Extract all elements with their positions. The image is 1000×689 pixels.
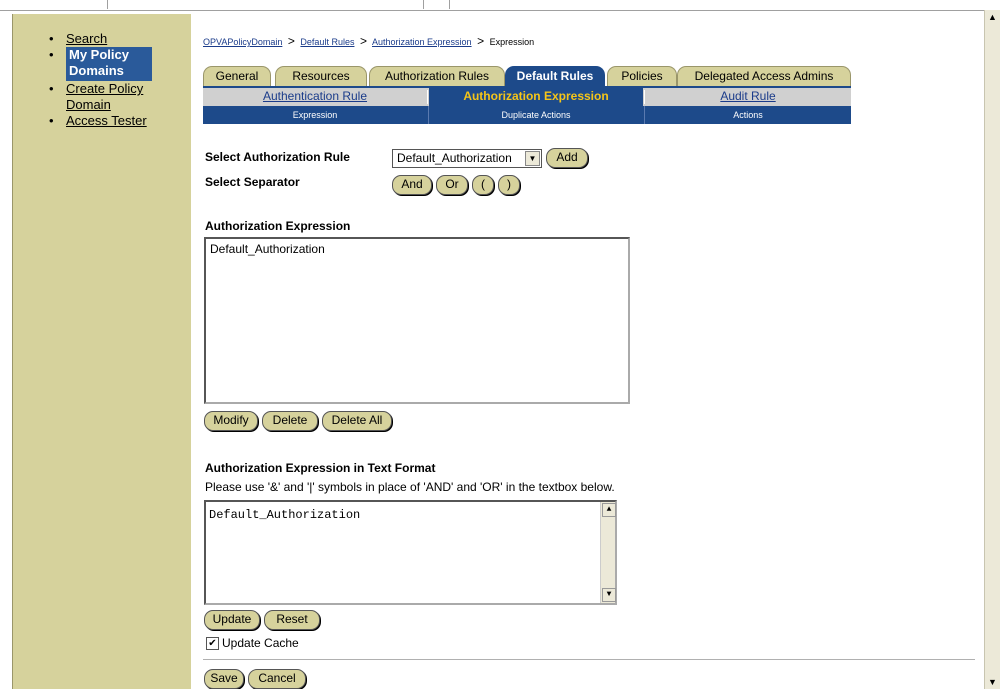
save-button[interactable]: Save [204,669,244,689]
update-cache-label: Update Cache [222,636,299,650]
sidebar-link-search[interactable]: Search [66,31,107,46]
left-navigation: • Search • My Policy Domains • Create Po… [12,14,191,689]
sub-tabs: Authentication Rule Authorization Expres… [203,88,851,106]
top-divider [449,0,450,9]
action-bar: Expression Duplicate Actions Actions [203,106,851,124]
top-divider [107,0,108,9]
bullet-icon: • [49,81,54,96]
breadcrumb-current: Expression [489,37,535,47]
textarea-scrollbar[interactable]: ▲ ▼ [600,502,616,603]
subtab-audit-rule[interactable]: Audit Rule [645,88,851,106]
sidebar-link-my-policy-domains[interactable]: My Policy Domains [66,47,152,79]
select-separator-label: Select Separator [205,175,300,189]
divider [203,659,975,660]
sidebar-link-access-tester[interactable]: Access Tester [66,113,147,128]
update-button[interactable]: Update [204,610,260,630]
top-divider [423,0,424,9]
bullet-icon: • [49,31,54,46]
breadcrumb-separator: > [359,34,367,48]
or-button[interactable]: Or [436,175,468,195]
select-rule-label: Select Authorization Rule [205,150,350,164]
delete-button[interactable]: Delete [262,411,318,431]
reset-button[interactable]: Reset [264,610,320,630]
chevron-down-icon[interactable]: ▼ [525,151,540,166]
subtab-authorization-expression[interactable]: Authorization Expression [429,88,643,106]
tab-resources[interactable]: Resources [275,66,367,86]
authorization-expression-heading: Authorization Expression [205,219,351,233]
breadcrumb: OPVAPolicyDomain > Default Rules > Autho… [203,34,534,48]
sidebar-active-highlight[interactable]: My Policy Domains [66,47,152,81]
modify-button[interactable]: Modify [204,411,258,431]
main-tabs: General Resources Authorization Rules De… [203,66,853,88]
page-scrollbar[interactable]: ▲ ▼ [984,10,1000,689]
sidebar-link-create-policy-domain[interactable]: Create Policy Domain [66,81,143,112]
list-item[interactable]: Default_Authorization [206,239,628,256]
add-button[interactable]: Add [546,148,588,168]
arrow-up-icon[interactable]: ▲ [988,12,997,22]
bullet-icon: • [49,113,54,128]
arrow-down-icon[interactable]: ▼ [602,588,616,602]
action-duplicate-actions[interactable]: Duplicate Actions [429,106,643,124]
authorization-expression-list[interactable]: Default_Authorization [204,237,630,404]
action-actions[interactable]: Actions [645,106,851,124]
tab-general[interactable]: General [203,66,271,86]
subtab-authentication-rule[interactable]: Authentication Rule [203,88,427,106]
breadcrumb-link-domain[interactable]: OPVAPolicyDomain [203,37,282,47]
sidebar-item-search[interactable]: • Search [13,31,191,47]
check-icon: ✔ [208,638,217,649]
close-paren-button[interactable]: ) [498,175,520,195]
text-format-textarea[interactable]: Default_Authorization ▲ ▼ [204,500,617,605]
authorization-rule-select[interactable]: Default_Authorization ▼ [392,149,542,168]
tab-policies[interactable]: Policies [607,66,677,86]
text-format-value: Default_Authorization [209,508,361,522]
delete-all-button[interactable]: Delete All [322,411,392,431]
and-button[interactable]: And [392,175,432,195]
text-format-hint: Please use '&' and '|' symbols in place … [205,480,615,494]
breadcrumb-link-default-rules[interactable]: Default Rules [300,37,354,47]
sidebar-item-create-policy-domain[interactable]: • Create Policy Domain [13,81,166,113]
tab-default-rules[interactable]: Default Rules [505,66,605,86]
subtab-divider [427,90,428,104]
action-expression[interactable]: Expression [203,106,427,124]
breadcrumb-separator: > [287,34,295,48]
arrow-down-icon[interactable]: ▼ [988,677,997,687]
bullet-icon: • [49,47,54,62]
sidebar-item-my-policy-domains[interactable]: • My Policy Domains [13,47,191,81]
tab-delegated-access-admins[interactable]: Delegated Access Admins [677,66,851,86]
text-format-heading: Authorization Expression in Text Format [205,461,436,475]
authorization-rule-select-value: Default_Authorization [397,151,512,165]
open-paren-button[interactable]: ( [472,175,494,195]
arrow-up-icon[interactable]: ▲ [602,503,616,517]
window-top-edge [0,0,1000,11]
breadcrumb-separator: > [477,34,485,48]
sidebar-item-access-tester[interactable]: • Access Tester [13,113,191,129]
update-cache-checkbox[interactable]: ✔ [206,637,219,650]
tab-authorization-rules[interactable]: Authorization Rules [369,66,505,86]
breadcrumb-link-authorization-expression[interactable]: Authorization Expression [372,37,472,47]
cancel-button[interactable]: Cancel [248,669,306,689]
